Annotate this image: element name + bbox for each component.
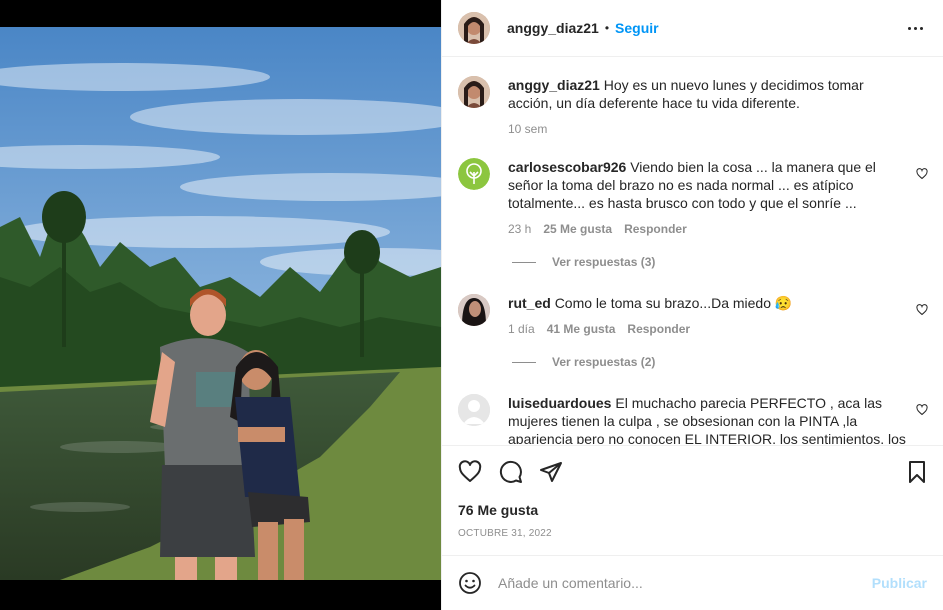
commenter-username[interactable]: carlosescobar926 xyxy=(508,159,626,175)
post-panel: anggy_diaz21 • Seguir anggy_diaz21 Hoy e… xyxy=(441,0,943,610)
comment-likes[interactable]: 41 Me gusta xyxy=(547,320,616,338)
comment-likes[interactable]: 25 Me gusta xyxy=(543,220,612,238)
reply-button[interactable]: Responder xyxy=(627,320,690,338)
comment-item: carlosescobar926 Viendo bien la cosa ...… xyxy=(458,158,928,238)
comments-list[interactable]: anggy_diaz21 Hoy es un nuevo lunes y dec… xyxy=(442,58,943,444)
view-replies-label: Ver respuestas (3) xyxy=(552,255,656,269)
follow-button[interactable]: Seguir xyxy=(615,20,659,36)
separator-dot: • xyxy=(604,21,610,35)
reply-button[interactable]: Responder xyxy=(624,220,687,238)
commenter-avatar[interactable] xyxy=(458,294,490,326)
replies-line xyxy=(512,261,536,263)
comment-time[interactable]: 10 sem xyxy=(508,120,547,138)
commenter-avatar[interactable] xyxy=(458,394,490,426)
add-comment-bar: Publicar xyxy=(442,555,943,610)
post-media xyxy=(0,0,441,610)
like-count[interactable]: 76 Me gusta xyxy=(458,502,538,518)
share-icon[interactable] xyxy=(539,460,563,484)
author-username[interactable]: anggy_diaz21 xyxy=(507,20,599,36)
emoji-icon[interactable] xyxy=(458,571,482,595)
comment-input[interactable] xyxy=(498,575,868,591)
action-icons xyxy=(458,460,927,486)
like-comment-icon[interactable] xyxy=(916,304,928,316)
caption: anggy_diaz21 Hoy es un nuevo lunes y dec… xyxy=(458,76,928,138)
comment-item: rut_ed Como le toma su brazo...Da miedo … xyxy=(458,294,928,338)
publish-button[interactable]: Publicar xyxy=(872,575,927,591)
post-date: OCTUBRE 31, 2022 xyxy=(458,528,552,539)
comment-time[interactable]: 1 día xyxy=(508,320,535,338)
commenter-avatar[interactable] xyxy=(458,158,490,190)
bookmark-icon[interactable] xyxy=(905,460,929,484)
like-comment-icon[interactable] xyxy=(916,404,928,416)
commenter-username[interactable]: luiseduardoues xyxy=(508,395,611,411)
comment-time[interactable]: 23 h xyxy=(508,220,531,238)
view-replies-button[interactable]: Ver respuestas (3) xyxy=(512,255,655,269)
post-actions: 76 Me gusta OCTUBRE 31, 2022 xyxy=(442,445,943,555)
comment-text: Como le toma su brazo...Da miedo 😥 xyxy=(554,295,793,311)
author-avatar[interactable] xyxy=(458,12,490,44)
more-options-icon[interactable] xyxy=(903,16,927,40)
heart-icon[interactable] xyxy=(458,460,482,484)
comment-icon[interactable] xyxy=(499,460,523,484)
commenter-avatar[interactable] xyxy=(458,76,490,108)
post-header: anggy_diaz21 • Seguir xyxy=(442,0,943,57)
commenter-username[interactable]: anggy_diaz21 xyxy=(508,77,600,93)
comment-item: luiseduardoues El muchacho parecia PERFE… xyxy=(458,394,928,444)
view-replies-label: Ver respuestas (2) xyxy=(552,355,656,369)
replies-line xyxy=(512,361,536,363)
commenter-username[interactable]: rut_ed xyxy=(508,295,551,311)
like-comment-icon[interactable] xyxy=(916,168,928,180)
post-photo[interactable] xyxy=(0,27,441,580)
view-replies-button[interactable]: Ver respuestas (2) xyxy=(512,355,655,369)
